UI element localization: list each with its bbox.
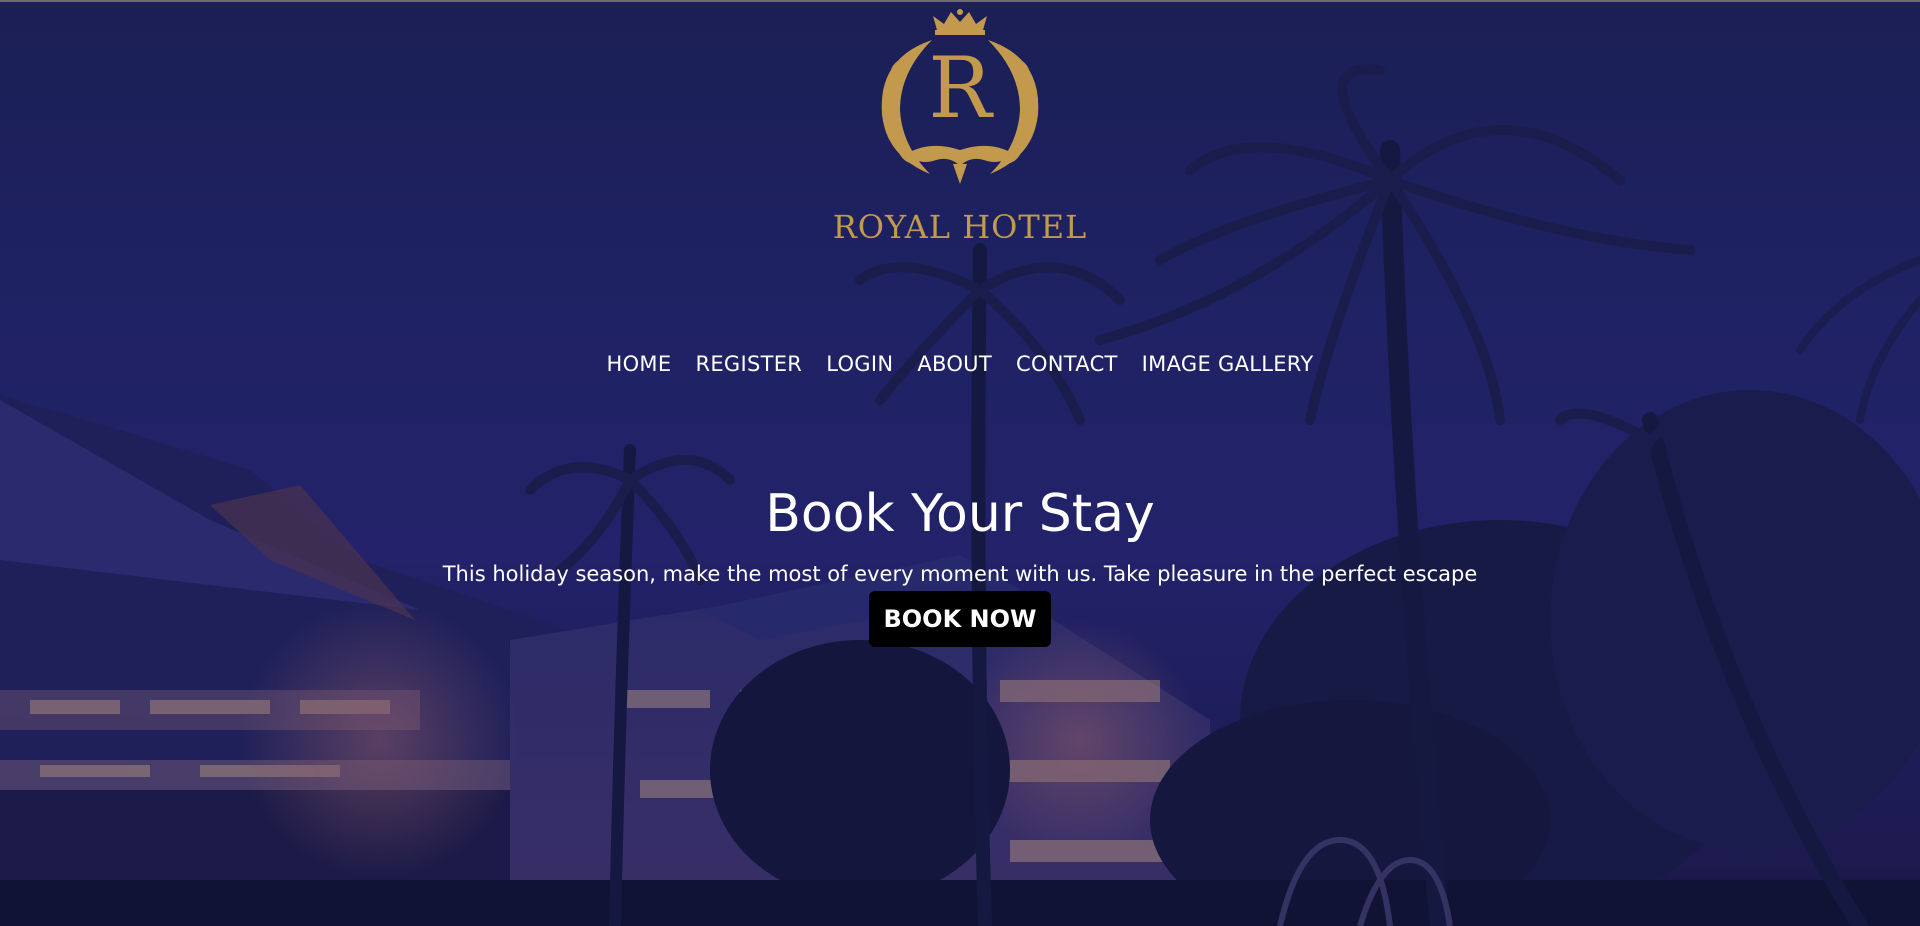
book-now-button[interactable]: BOOK NOW (869, 591, 1051, 647)
nav-login-link[interactable]: LOGIN (826, 352, 893, 376)
nav-about-link[interactable]: ABOUT (917, 352, 992, 376)
nav-home-link[interactable]: HOME (607, 352, 672, 376)
hero-title: Book Your Stay (765, 484, 1155, 544)
nav-register-link[interactable]: REGISTER (695, 352, 802, 376)
hotel-name: ROYAL HOTEL (832, 208, 1088, 246)
main-navigation: HOME REGISTER LOGIN ABOUT CONTACT IMAGE … (0, 352, 1920, 376)
nav-image-gallery-link[interactable]: IMAGE GALLERY (1142, 352, 1314, 376)
hero-section: R ROYAL HOTEL HOME REGISTER LOGIN ABOUT … (0, 0, 1920, 926)
hero-subtitle: This holiday season, make the most of ev… (442, 562, 1478, 586)
crown-icon (933, 9, 987, 35)
top-border-line (0, 0, 1920, 2)
nav-contact-link[interactable]: CONTACT (1016, 352, 1118, 376)
royal-hotel-logo[interactable]: R ROYAL HOTEL (820, 6, 1100, 256)
logo-monogram: R (928, 39, 992, 137)
